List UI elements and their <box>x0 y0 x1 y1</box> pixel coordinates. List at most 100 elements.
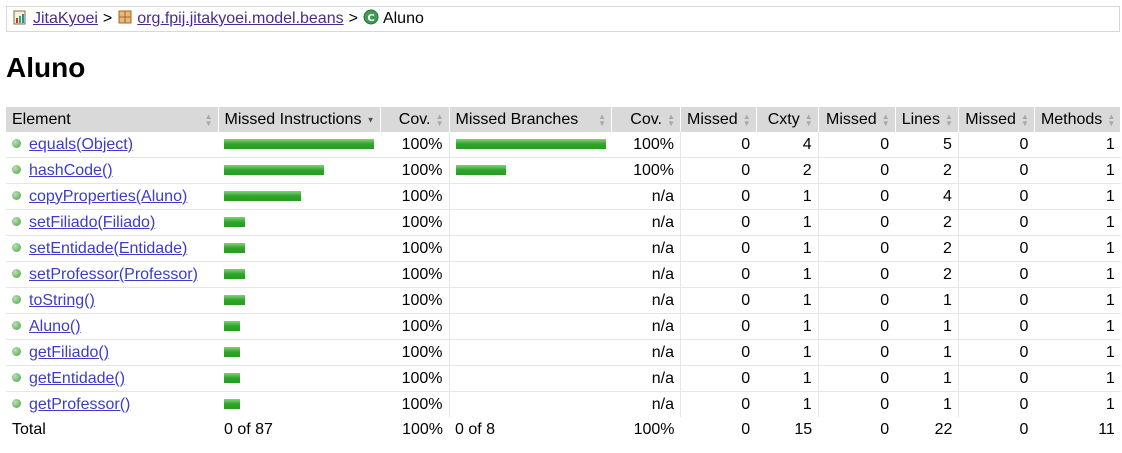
method-link[interactable]: getEntidade() <box>29 370 125 387</box>
breadcrumb-link-package[interactable]: org.fpij.jitakyoei.model.beans <box>137 10 343 28</box>
covered-instructions-bar <box>224 295 245 306</box>
missed-lines-cell: 0 <box>818 313 896 340</box>
coverage-table: Element ▲ ▼ Missed Instructions ▼ Cov. ▲ ▼ Mi… <box>6 107 1122 442</box>
instr-cov-cell: 100% <box>380 339 450 366</box>
col-header-instr-cov[interactable]: Cov. ▲ ▼ <box>380 107 450 132</box>
element-cell: setEntidade(Entidade) <box>6 235 218 262</box>
element-cell: getFiliado() <box>6 339 218 366</box>
col-header-branch-cov[interactable]: Cov. ▲ ▼ <box>611 107 681 132</box>
lines-cell: 4 <box>895 183 959 210</box>
col-header-missed-instructions[interactable]: Missed Instructions ▼ <box>218 107 381 132</box>
covered-instructions-bar <box>224 165 324 176</box>
method-link[interactable]: Aluno() <box>29 318 81 335</box>
package-icon <box>117 9 133 30</box>
col-header-missed-cxty[interactable]: Missed ▲ ▼ <box>680 107 757 132</box>
covered-branches-bar <box>455 165 506 176</box>
table-row: copyProperties(Aluno) 100% n/a 0 1 0 4 0 1 <box>6 183 1121 210</box>
missed-methods-cell: 0 <box>958 209 1035 236</box>
missed-lines-cell: 0 <box>818 209 896 236</box>
methods-cell: 1 <box>1034 157 1121 184</box>
method-link[interactable]: equals(Object) <box>29 136 133 153</box>
instructions-bar-cell <box>218 287 380 314</box>
branches-bar-cell <box>449 287 612 314</box>
missed-methods-cell: 0 <box>958 365 1035 392</box>
missed-lines-cell: 0 <box>818 235 896 262</box>
element-cell: setProfessor(Professor) <box>6 261 218 288</box>
table-row: toString() 100% n/a 0 1 0 1 0 1 <box>6 287 1121 314</box>
method-link[interactable]: copyProperties(Aluno) <box>29 188 187 205</box>
total-cxty: 15 <box>756 417 819 442</box>
branch-cov-cell: n/a <box>611 209 681 236</box>
methods-cell: 1 <box>1034 365 1121 392</box>
method-link[interactable]: setFiliado(Filiado) <box>29 214 155 231</box>
col-header-missed-branches[interactable]: Missed Branches ▲ ▼ <box>449 107 612 132</box>
missed-lines-cell: 0 <box>818 157 896 184</box>
cxty-cell: 1 <box>756 209 819 236</box>
method-link[interactable]: hashCode() <box>29 162 113 179</box>
cxty-cell: 1 <box>756 391 819 417</box>
col-header-element[interactable]: Element ▲ ▼ <box>6 107 219 132</box>
instructions-bar-cell <box>218 313 380 340</box>
cxty-cell: 2 <box>756 157 819 184</box>
element-cell: equals(Object) <box>6 132 218 158</box>
instr-cov-cell: 100% <box>380 209 450 236</box>
method-link[interactable]: toString() <box>29 292 95 309</box>
breadcrumb-link-report[interactable]: JitaKyoei <box>33 10 98 28</box>
branches-bar-cell <box>449 209 612 236</box>
total-branches: 0 of 8 <box>449 417 612 442</box>
method-link[interactable]: getFiliado() <box>29 344 109 361</box>
instr-cov-cell: 100% <box>380 157 450 184</box>
missed-lines-cell: 0 <box>880 395 890 413</box>
branches-bar-cell <box>449 339 612 366</box>
method-link[interactable]: setEntidade(Entidade) <box>29 240 187 257</box>
breadcrumb: JitaKyoei > org.fpij.jitakyoei.model.bea… <box>6 6 1120 32</box>
method-icon <box>12 164 21 174</box>
method-icon <box>12 216 21 226</box>
table-body: equals(Object) 100% 100% 0 4 0 5 0 1 hashCode() 10… <box>6 132 1121 417</box>
missed-methods-cell: 0 <box>958 132 1035 158</box>
missed-cxty-cell: 0 <box>680 339 757 366</box>
method-icon <box>12 346 21 356</box>
instructions-bar-cell <box>218 235 380 262</box>
branch-cov-cell: n/a <box>611 391 681 417</box>
table-row: getFiliado() 100% n/a 0 1 0 1 0 1 <box>6 339 1121 366</box>
missed-cxty-cell: 0 <box>680 365 757 392</box>
methods-cell: 1 <box>1034 183 1121 210</box>
method-link[interactable]: getProfessor() <box>29 396 130 413</box>
covered-instructions-bar <box>224 269 245 280</box>
methods-cell: 1 <box>1034 313 1121 340</box>
covered-instructions-bar <box>224 191 301 202</box>
cxty-cell: 1 <box>756 287 819 314</box>
missed-methods-cell: 0 <box>958 235 1035 262</box>
total-missed-cxty: 0 <box>680 417 757 442</box>
total-instr-cov: 100% <box>380 417 449 442</box>
col-header-methods[interactable]: Methods ▲ ▼ <box>1034 107 1122 132</box>
lines-cell: 1 <box>895 339 959 366</box>
col-header-missed-lines[interactable]: Missed ▲ ▼ <box>818 107 896 132</box>
method-icon <box>12 242 21 252</box>
missed-lines-cell: 0 <box>818 132 896 158</box>
method-link[interactable]: setProfessor(Professor) <box>29 266 198 283</box>
methods-cell: 1 <box>1105 395 1115 413</box>
lines-cell: 5 <box>895 132 959 158</box>
missed-lines-cell: 0 <box>818 183 896 210</box>
covered-instructions-bar <box>224 373 240 384</box>
branches-bar-cell <box>449 261 612 288</box>
col-header-missed-methods[interactable]: Missed ▲ ▼ <box>958 107 1035 132</box>
sort-icon: ▲ ▼ <box>667 111 675 128</box>
page-title: Aluno <box>6 52 86 83</box>
missed-methods-cell: 0 <box>958 183 1035 210</box>
instructions-bar-cell <box>218 392 380 418</box>
element-cell: hashCode() <box>6 157 218 184</box>
methods-cell: 1 <box>1034 339 1121 366</box>
branch-cov-cell: n/a <box>611 365 681 392</box>
missed-methods-cell: 0 <box>1019 395 1029 413</box>
col-header-lines[interactable]: Lines ▲ ▼ <box>895 107 959 132</box>
col-header-cxty[interactable]: Cxty ▲ ▼ <box>756 107 819 132</box>
covered-instructions-bar <box>224 399 240 410</box>
missed-cxty-cell: 0 <box>680 132 757 158</box>
lines-cell: 1 <box>895 391 959 417</box>
element-cell: copyProperties(Aluno) <box>6 183 218 210</box>
class-icon: C <box>363 9 379 30</box>
missed-lines-cell: 0 <box>818 287 896 314</box>
